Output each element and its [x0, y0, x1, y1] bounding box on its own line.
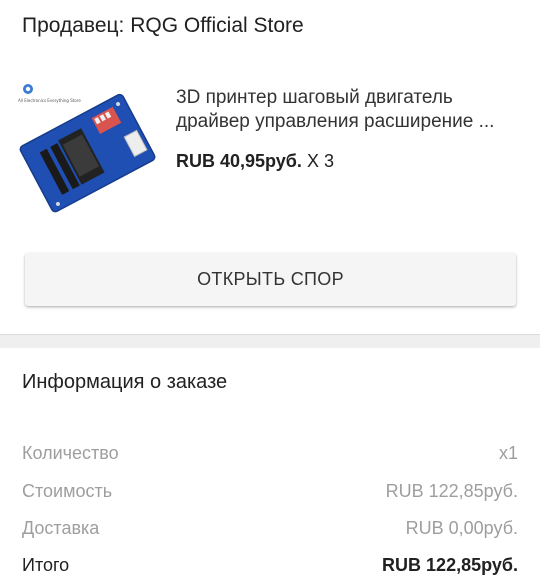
order-row-label: Стоимость [22, 481, 113, 501]
product-price-row: RUB 40,95руб. X 3 [176, 151, 334, 172]
order-row-shipping: Доставка RUB 0,00руб. [22, 518, 518, 539]
order-row-label: Доставка [22, 518, 100, 538]
order-row-quantity: Количество x1 [22, 443, 518, 464]
order-row-label: Количество [22, 443, 119, 463]
order-row-value: RUB 0,00руб. [405, 518, 518, 538]
order-row-value: RUB 122,85руб. [385, 481, 518, 501]
product-title-line1: 3D принтер шаговый двигатель [176, 87, 453, 108]
order-total-value: RUB 122,85руб. [382, 555, 518, 575]
product-image[interactable]: All Electronics Everything Store [16, 80, 162, 220]
store-logo-text: All Electronics Everything Store [18, 98, 81, 103]
open-dispute-button[interactable]: ОТКРЫТЬ СПОР [25, 253, 516, 306]
section-divider [0, 334, 540, 348]
circuit-board-image: All Electronics Everything Store [18, 84, 156, 213]
product-title[interactable]: 3D принтер шаговый двигатель драйвер упр… [176, 86, 516, 134]
product-price: RUB 40,95руб. [176, 151, 302, 171]
order-info-title: Информация о заказе [22, 371, 228, 393]
product-quantity: X 3 [306, 151, 334, 171]
order-row-total: Итого RUB 122,85руб. [22, 555, 518, 576]
product-title-line2: драйвер управления расширение ... [176, 111, 495, 132]
order-total-label: Итого [22, 555, 70, 575]
order-row-value: x1 [498, 443, 518, 463]
seller-name[interactable]: Продавец: RQG Official Store [22, 14, 304, 38]
order-row-cost: Стоимость RUB 122,85руб. [22, 481, 518, 502]
